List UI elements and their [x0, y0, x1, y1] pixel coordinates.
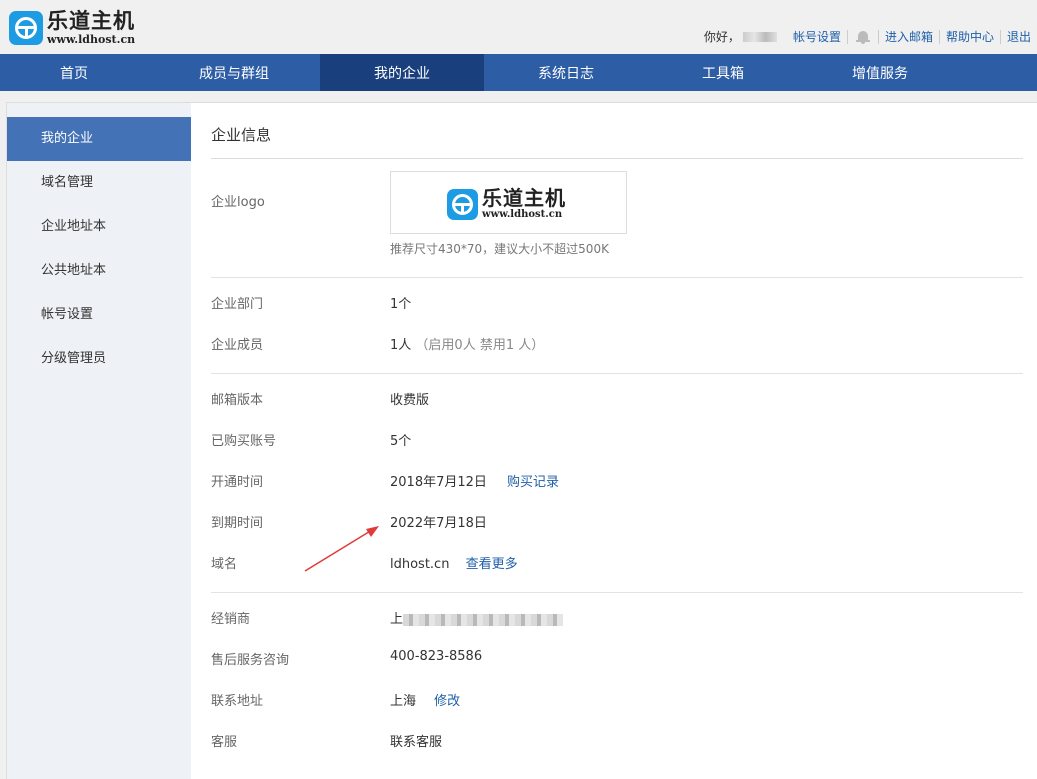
- domain-value: ldhost.cn: [390, 557, 450, 572]
- logo-icon: [447, 188, 478, 220]
- sidebar-item-sub-admins[interactable]: 分级管理员: [7, 337, 191, 381]
- edition-label: 邮箱版本: [211, 393, 264, 408]
- edit-address-link[interactable]: 修改: [434, 694, 460, 709]
- logo-hint: 推荐尺寸430*70，建议大小不超过500K: [390, 242, 609, 256]
- members-value: 1人: [390, 338, 412, 353]
- expire-date-label: 到期时间: [211, 516, 264, 531]
- reseller-label: 经销商: [211, 612, 251, 627]
- enter-mailbox-link[interactable]: 进入邮箱: [879, 28, 939, 45]
- members-label: 企业成员: [211, 338, 264, 353]
- header: 乐道主机 www.ldhost.cn 你好， 帐号设置 进入邮箱 帮助中心 退出: [0, 0, 1037, 54]
- sidebar-item-public-addressbook[interactable]: 公共地址本: [7, 249, 191, 293]
- nav-system-log[interactable]: 系统日志: [484, 54, 648, 91]
- enterprise-info: 企业信息 企业logo 乐道主机 www.ldhost.cn 推荐尺寸430*7…: [211, 103, 1023, 750]
- members-detail: （启用0人 禁用1 人）: [415, 338, 545, 353]
- nav-value-added[interactable]: 增值服务: [798, 54, 962, 91]
- departments-value: 1个: [390, 297, 412, 312]
- logo-subtitle: www.ldhost.cn: [47, 33, 136, 46]
- section-title: 企业信息: [211, 103, 1023, 159]
- enterprise-logo: 乐道主机 www.ldhost.cn: [447, 188, 566, 220]
- sidebar-item-my-enterprise[interactable]: 我的企业: [7, 117, 191, 161]
- bell-icon[interactable]: [855, 30, 870, 44]
- reseller-redacted: [403, 613, 564, 626]
- nav-home[interactable]: 首页: [0, 54, 148, 91]
- username-redacted: [742, 31, 777, 42]
- logo-title: 乐道主机: [482, 186, 566, 210]
- main-nav: 首页 成员与群组 我的企业 系统日志 工具箱 增值服务: [0, 54, 1037, 91]
- purchase-history-link[interactable]: 购买记录: [507, 475, 559, 490]
- sidebar-item-account-settings[interactable]: 帐号设置: [7, 293, 191, 337]
- divider: [211, 592, 1023, 593]
- site-logo[interactable]: 乐道主机 www.ldhost.cn: [9, 11, 135, 45]
- main-panel: 我的企业 域名管理 企业地址本 公共地址本 帐号设置 分级管理员 企业信息 企业…: [6, 102, 1037, 779]
- view-more-link[interactable]: 查看更多: [466, 557, 518, 572]
- sidebar-item-domain[interactable]: 域名管理: [7, 161, 191, 205]
- divider: [211, 373, 1023, 374]
- greeting: 你好，: [703, 30, 740, 44]
- reseller-value: 上: [390, 612, 404, 627]
- nav-my-enterprise[interactable]: 我的企业: [320, 54, 484, 91]
- nav-toolbox[interactable]: 工具箱: [648, 54, 798, 91]
- contact-service-link[interactable]: 联系客服: [390, 731, 442, 750]
- address-label: 联系地址: [211, 694, 264, 709]
- support-phone-label: 售后服务咨询: [211, 653, 290, 668]
- accounts-label: 已购买账号: [211, 434, 277, 449]
- open-date-value: 2018年7月12日: [390, 475, 487, 490]
- open-date-label: 开通时间: [211, 475, 264, 490]
- sidebar-item-enterprise-addressbook[interactable]: 企业地址本: [7, 205, 191, 249]
- logo-label: 企业logo: [211, 195, 265, 210]
- help-center-link[interactable]: 帮助中心: [940, 28, 1000, 45]
- domain-label: 域名: [211, 557, 238, 572]
- support-phone-value: 400-823-8586: [390, 649, 483, 664]
- service-label: 客服: [211, 735, 238, 750]
- logout-link[interactable]: 退出: [1001, 28, 1037, 45]
- top-links: 你好， 帐号设置 进入邮箱 帮助中心 退出: [704, 28, 1037, 45]
- edition-value: 收费版: [390, 393, 430, 408]
- logo-subtitle: www.ldhost.cn: [482, 209, 563, 220]
- departments-label: 企业部门: [211, 297, 264, 312]
- logo-icon: [9, 11, 43, 45]
- accounts-value: 5个: [390, 434, 412, 449]
- expire-date-value: 2022年7月18日: [390, 516, 487, 531]
- divider: [846, 29, 848, 44]
- nav-members-groups[interactable]: 成员与群组: [148, 54, 320, 91]
- enterprise-logo-upload[interactable]: 乐道主机 www.ldhost.cn: [390, 171, 627, 234]
- sidebar: 我的企业 域名管理 企业地址本 公共地址本 帐号设置 分级管理员: [7, 103, 191, 779]
- account-settings-link[interactable]: 帐号设置: [787, 28, 847, 45]
- logo-title: 乐道主机: [47, 9, 135, 33]
- address-value: 上海: [390, 694, 417, 709]
- divider: [211, 277, 1023, 278]
